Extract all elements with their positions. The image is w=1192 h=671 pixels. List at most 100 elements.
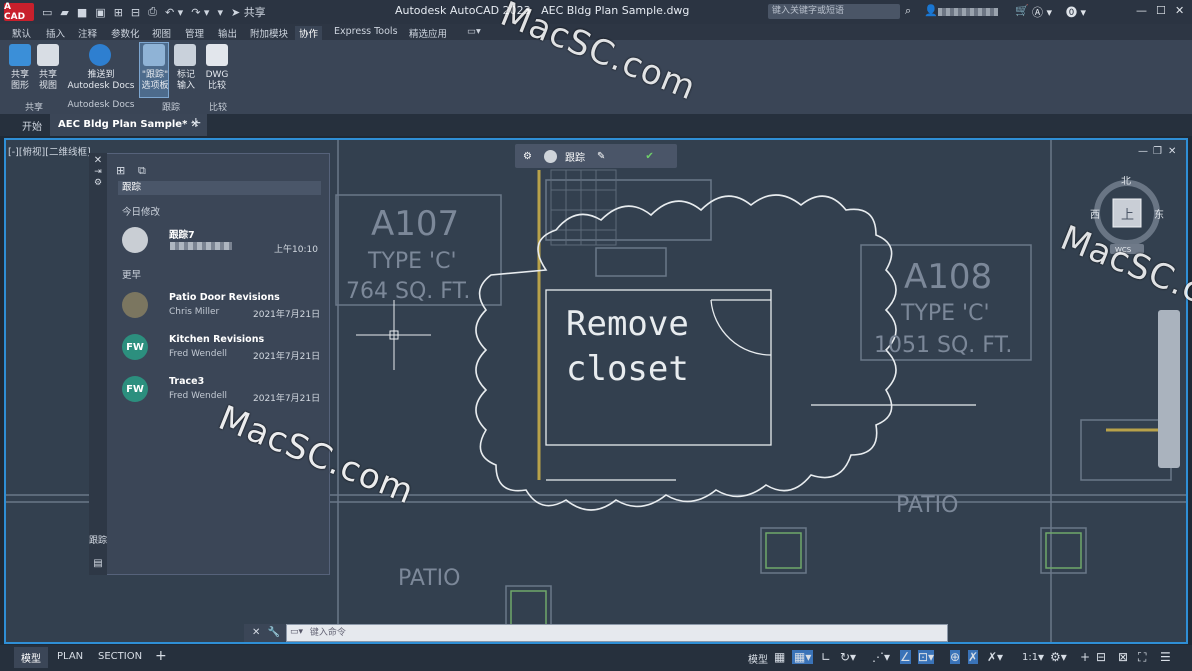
dwg-compare-icon (206, 44, 228, 66)
push-to-docs-button[interactable]: 推送到 Autodesk Docs (62, 70, 140, 92)
undo-icon[interactable]: ↶ ▾ (165, 6, 183, 19)
tab-section-layout[interactable]: SECTION (98, 651, 142, 662)
close-icon[interactable]: ✕ (1175, 4, 1184, 17)
customize-menu-icon[interactable]: ☰ (1160, 650, 1171, 664)
save-as-icon[interactable]: ▣ (95, 6, 105, 19)
model-space-label[interactable]: 模型 (748, 651, 768, 666)
customize-qat-icon[interactable]: ▾ (217, 6, 223, 19)
tab-drawing[interactable]: AEC Bldg Plan Sample* ✕ (50, 114, 208, 136)
trace3-title: Trace3 (169, 376, 205, 387)
markup-text-line2: closet (566, 349, 689, 389)
command-input[interactable]: 键入命令 (310, 628, 346, 638)
palette-close-icon[interactable]: ✕ (89, 155, 107, 166)
print-icon[interactable]: ⎙ (148, 5, 157, 19)
web-save-icon[interactable]: ⊟ (131, 6, 140, 19)
annotation-scale[interactable]: 1:1 (1022, 652, 1038, 663)
help-icon[interactable]: ⓿ ▾ (1066, 4, 1086, 20)
save-icon[interactable]: ■ (77, 6, 87, 19)
confirm-check-icon[interactable]: ✔ (645, 151, 653, 162)
tab-express-tools[interactable]: Express Tools (334, 26, 398, 37)
patio-title: Patio Door Revisions (169, 292, 280, 303)
new-trace-icon[interactable]: ⊞ (116, 164, 125, 177)
open-file-icon[interactable]: ▰ (60, 6, 68, 19)
redo-icon[interactable]: ↷ ▾ (191, 6, 209, 19)
workspace-gear-icon[interactable]: ⚙▾ (1050, 650, 1067, 664)
units-icon[interactable]: ⊟ (1096, 650, 1106, 664)
tab-annotate[interactable]: 注释 (78, 26, 97, 40)
ortho-icon[interactable]: ∟ (821, 650, 831, 664)
lineweight-icon[interactable]: ⊕ (950, 650, 961, 664)
add-layout-icon[interactable]: + (155, 648, 167, 664)
minimize-icon[interactable]: — (1136, 4, 1147, 17)
cmdline-settings-icon[interactable]: 🔧 (268, 627, 280, 638)
grid-icon[interactable]: ▦ (774, 650, 785, 664)
palette-menu-icon[interactable]: ▤ (89, 558, 107, 569)
dwg-compare-button[interactable]: DWG 比较 (201, 70, 233, 92)
annotation-visibility-icon[interactable]: ✗ (968, 650, 979, 664)
tab-parametric[interactable]: 参数化 (111, 26, 140, 40)
tab-output[interactable]: 输出 (218, 26, 237, 40)
room-a107-type: TYPE 'C' (367, 249, 457, 274)
command-line[interactable]: ▭▾ 键入命令 (286, 624, 948, 642)
isolate-objects-icon[interactable]: ⊠ (1118, 650, 1128, 664)
tab-manage[interactable]: 管理 (185, 26, 204, 40)
markup-import-button[interactable]: 标记 输入 (170, 70, 202, 92)
trace7-time: 上午10:10 (274, 245, 318, 255)
cmdline-prompt-icon[interactable]: ▭▾ (290, 627, 303, 637)
viewport-minimize-icon[interactable]: — (1138, 146, 1148, 157)
room-a107-area: 764 SQ. FT. (346, 279, 470, 304)
patio-author: Chris Miller (169, 307, 220, 317)
tab-start[interactable]: 开始 (22, 118, 42, 133)
patio-date: 2021年7月21日 (253, 310, 321, 320)
tab-insert[interactable]: 插入 (46, 26, 65, 40)
trace-options-icon[interactable]: ⧉ (138, 164, 146, 178)
share-button[interactable]: ➤ 共享 (231, 4, 266, 20)
room-a108-type: TYPE 'C' (900, 301, 990, 326)
search-icon[interactable]: ⌕ (905, 4, 911, 18)
cmdline-close-icon[interactable]: ✕ (252, 627, 260, 638)
ribbon-toggle-icon[interactable]: ▭▾ (467, 26, 481, 37)
share-view-button[interactable]: 共享 视图 (32, 70, 64, 92)
viewport-close-icon[interactable]: ✕ (1168, 146, 1176, 157)
tab-plan-layout[interactable]: PLAN (57, 651, 83, 662)
cart-icon[interactable]: 🛒 (1015, 4, 1029, 17)
polar-icon[interactable]: ↻▾ (840, 650, 856, 664)
earlier-heading: 更早 (122, 270, 142, 281)
osnap-tracking-icon[interactable]: ∠ (900, 650, 911, 664)
snap-icon[interactable]: ▦▾ (792, 650, 814, 664)
trace3-date: 2021年7月21日 (253, 394, 321, 404)
tab-view[interactable]: 视图 (152, 26, 171, 40)
scale-dropdown-icon[interactable]: ▾ (1038, 650, 1044, 664)
isodraft-icon[interactable]: ⋰▾ (872, 650, 890, 664)
user-icon[interactable]: 👤 (924, 4, 938, 17)
cmdline-controls: ✕ 🔧 (244, 624, 286, 642)
viewport-controls-label[interactable]: [-][俯视][二维线框] (8, 144, 91, 158)
osnap-icon[interactable]: ⊡▾ (918, 650, 935, 664)
annotation-monitor-icon[interactable]: + (1080, 650, 1090, 664)
maximize-icon[interactable]: ☐ (1156, 4, 1166, 17)
trace-edit-icon[interactable]: ✎ (597, 151, 605, 162)
autocad-logo[interactable]: A CAD (4, 2, 34, 22)
fullscreen-icon[interactable]: ⛶ (1138, 650, 1146, 665)
tab-addins[interactable]: 附加模块 (250, 26, 288, 40)
web-open-icon[interactable]: ⊞ (114, 6, 123, 19)
group-share-label: 共享 (24, 103, 43, 113)
new-tab-icon[interactable]: + (190, 115, 202, 131)
auto-scale-icon[interactable]: ✗▾ (987, 650, 1003, 664)
tab-model[interactable]: 模型 (14, 647, 48, 668)
viewport-restore-icon[interactable]: ❐ (1153, 146, 1162, 157)
trace-palette-button[interactable]: "跟踪" 选项板 (139, 70, 171, 92)
autodesk-app-icon[interactable]: Ⓐ ▾ (1032, 4, 1052, 20)
tab-collaborate[interactable]: 协作 (295, 26, 323, 40)
settings-icon[interactable]: ⚙ (523, 151, 532, 162)
new-file-icon[interactable]: ▭ (42, 6, 52, 19)
search-input[interactable]: 键入关键字或短语 (768, 4, 900, 19)
tab-default[interactable]: 默认 (12, 26, 31, 40)
room-a108-id: A108 (904, 257, 992, 297)
palette-header: 跟踪 (118, 181, 321, 195)
tab-featured-apps[interactable]: 精选应用 (409, 26, 447, 40)
palette-autohide-icon[interactable]: ⇥ (89, 167, 107, 177)
navigation-bar[interactable] (1158, 310, 1180, 468)
username-blurred (938, 8, 998, 16)
palette-properties-icon[interactable]: ⚙ (89, 178, 107, 188)
